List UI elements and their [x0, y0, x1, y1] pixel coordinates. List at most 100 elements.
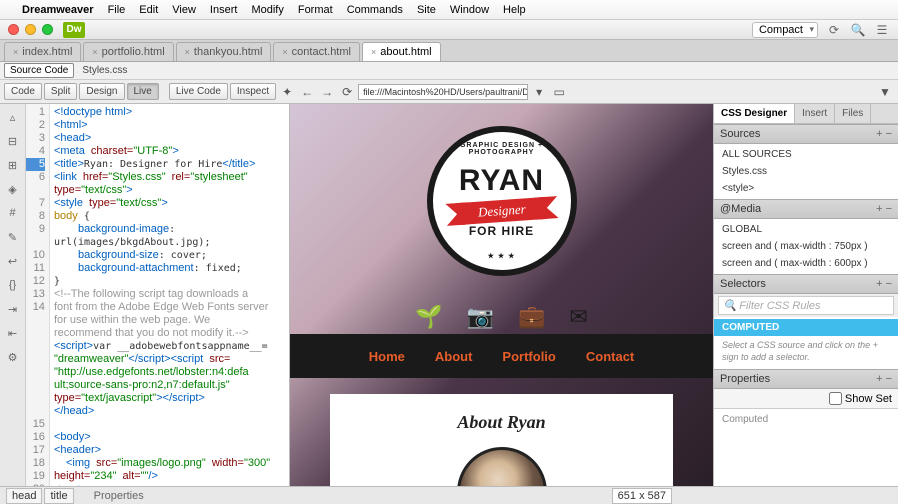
tab-close-icon[interactable]: ×	[92, 47, 97, 57]
selector-computed[interactable]: COMPUTED	[714, 319, 898, 336]
viewport-dimensions[interactable]: 651 x 587	[612, 488, 672, 504]
menu-insert[interactable]: Insert	[210, 4, 238, 16]
code-content[interactable]: <!doctype html> <html> <head> <meta char…	[50, 104, 289, 486]
dropdown-icon[interactable]: ▾	[530, 83, 548, 101]
inspect-button[interactable]: Inspect	[230, 83, 276, 100]
mode-design[interactable]: Design	[79, 83, 124, 100]
source-styles[interactable]: Styles.css	[714, 163, 898, 180]
tab-insert[interactable]: Insert	[795, 104, 835, 123]
menu-help[interactable]: Help	[503, 4, 526, 16]
add-property-icon[interactable]: + −	[876, 373, 892, 385]
screen-icon[interactable]: ▭	[550, 83, 568, 101]
add-source-icon[interactable]: + −	[876, 128, 892, 140]
tag-path-title[interactable]: title	[44, 488, 73, 504]
tab-close-icon[interactable]: ×	[13, 47, 18, 57]
live-code-button[interactable]: Live Code	[169, 83, 228, 100]
nav-portfolio[interactable]: Portfolio	[502, 349, 555, 364]
indent-icon[interactable]: ⇥	[4, 300, 22, 318]
computed-label: Computed	[714, 411, 898, 428]
outdent-icon[interactable]: ⇤	[4, 324, 22, 342]
selectors-header[interactable]: Selectors+ −	[714, 274, 898, 294]
workspace-dropdown[interactable]: Compact	[752, 22, 818, 38]
panel-icon[interactable]: ☰	[874, 22, 890, 38]
mode-code[interactable]: Code	[4, 83, 42, 100]
expand-icon[interactable]: ⊞	[4, 156, 22, 174]
filter-icon[interactable]: ▼	[876, 83, 894, 101]
menu-commands[interactable]: Commands	[347, 4, 403, 16]
open-docs-icon[interactable]: ▵	[4, 108, 22, 126]
media-600[interactable]: screen and ( max-width : 600px )	[714, 255, 898, 272]
badge-ribbon: Designer	[459, 197, 544, 225]
add-selector-icon[interactable]: + −	[876, 278, 892, 290]
related-file[interactable]: Styles.css	[82, 65, 127, 76]
zoom-icon[interactable]	[42, 24, 53, 35]
sync-icon[interactable]: ⟳	[826, 22, 842, 38]
badge-subtitle: FOR HIRE	[469, 224, 534, 238]
logo-badge: GRAPHIC DESIGN + PHOTOGRAPHY RYAN Design…	[417, 122, 587, 292]
tab-index[interactable]: ×index.html	[4, 42, 81, 61]
address-bar[interactable]: file:///Macintosh%20HD/Users/paultrani/D…	[358, 84, 528, 100]
mode-live[interactable]: Live	[127, 83, 159, 100]
nav-contact[interactable]: Contact	[586, 349, 634, 364]
line-numbers-icon[interactable]: #	[4, 204, 22, 222]
close-icon[interactable]	[8, 24, 19, 35]
mode-split[interactable]: Split	[44, 83, 77, 100]
show-set-toggle[interactable]: Show Set	[714, 389, 898, 409]
properties-header[interactable]: Properties+ −	[714, 369, 898, 389]
line-gutter: 12345678910111213141516171819202122	[26, 104, 50, 486]
search-icon[interactable]: 🔍	[850, 22, 866, 38]
source-inline[interactable]: <style>	[714, 180, 898, 197]
menu-view[interactable]: View	[172, 4, 196, 16]
filter-input[interactable]: 🔍 Filter CSS Rules	[718, 296, 894, 315]
service-icons: 🌱 📷 💼 ✉	[290, 304, 713, 330]
tab-css-designer[interactable]: CSS Designer	[714, 104, 795, 123]
avatar	[457, 447, 547, 486]
tab-thankyou[interactable]: ×thankyou.html	[176, 42, 272, 61]
tab-portfolio[interactable]: ×portfolio.html	[83, 42, 173, 61]
menu-format[interactable]: Format	[298, 4, 333, 16]
forward-icon[interactable]: →	[318, 83, 336, 101]
word-wrap-icon[interactable]: ↩	[4, 252, 22, 270]
nav-about[interactable]: About	[435, 349, 473, 364]
tab-contact[interactable]: ×contact.html	[273, 42, 360, 61]
search-icon: 🔍	[723, 300, 737, 312]
app-name[interactable]: Dreamweaver	[22, 4, 94, 16]
tab-close-icon[interactable]: ×	[371, 47, 376, 57]
source-all[interactable]: ALL SOURCES	[714, 146, 898, 163]
refresh-icon[interactable]: ⟳	[338, 83, 356, 101]
select-parent-icon[interactable]: ◈	[4, 180, 22, 198]
tab-close-icon[interactable]: ×	[282, 47, 287, 57]
menu-file[interactable]: File	[108, 4, 126, 16]
plant-icon: 🌱	[415, 304, 442, 330]
show-set-checkbox[interactable]	[829, 392, 842, 405]
properties-collapsed[interactable]: Properties	[94, 490, 144, 502]
mail-icon: ✉	[569, 304, 587, 330]
tab-about[interactable]: ×about.html	[362, 42, 441, 61]
sources-header[interactable]: Sources+ −	[714, 124, 898, 144]
code-editor[interactable]: 12345678910111213141516171819202122 <!do…	[26, 104, 290, 486]
menu-modify[interactable]: Modify	[251, 4, 283, 16]
format-icon[interactable]: ⚙	[4, 348, 22, 366]
media-header[interactable]: @Media+ −	[714, 199, 898, 219]
source-code-button[interactable]: Source Code	[4, 63, 74, 78]
minimize-icon[interactable]	[25, 24, 36, 35]
syntax-icon[interactable]: {}	[4, 276, 22, 294]
compass-icon[interactable]: ✦	[278, 83, 296, 101]
window-chrome: Dw Compact ⟳ 🔍 ☰	[0, 20, 898, 40]
menu-window[interactable]: Window	[450, 4, 489, 16]
tag-path-head[interactable]: head	[6, 488, 42, 504]
media-750[interactable]: screen and ( max-width : 750px )	[714, 238, 898, 255]
nav-home[interactable]: Home	[369, 349, 405, 364]
back-icon[interactable]: ←	[298, 83, 316, 101]
menu-site[interactable]: Site	[417, 4, 436, 16]
status-bar: head title Properties 651 x 587	[0, 486, 898, 504]
media-global[interactable]: GLOBAL	[714, 221, 898, 238]
tab-files[interactable]: Files	[835, 104, 871, 123]
page-heading: About Ryan	[348, 412, 655, 433]
add-media-icon[interactable]: + −	[876, 203, 892, 215]
tab-close-icon[interactable]: ×	[185, 47, 190, 57]
menu-edit[interactable]: Edit	[139, 4, 158, 16]
badge-name: RYAN	[459, 164, 544, 198]
highlight-icon[interactable]: ✎	[4, 228, 22, 246]
collapse-icon[interactable]: ⊟	[4, 132, 22, 150]
